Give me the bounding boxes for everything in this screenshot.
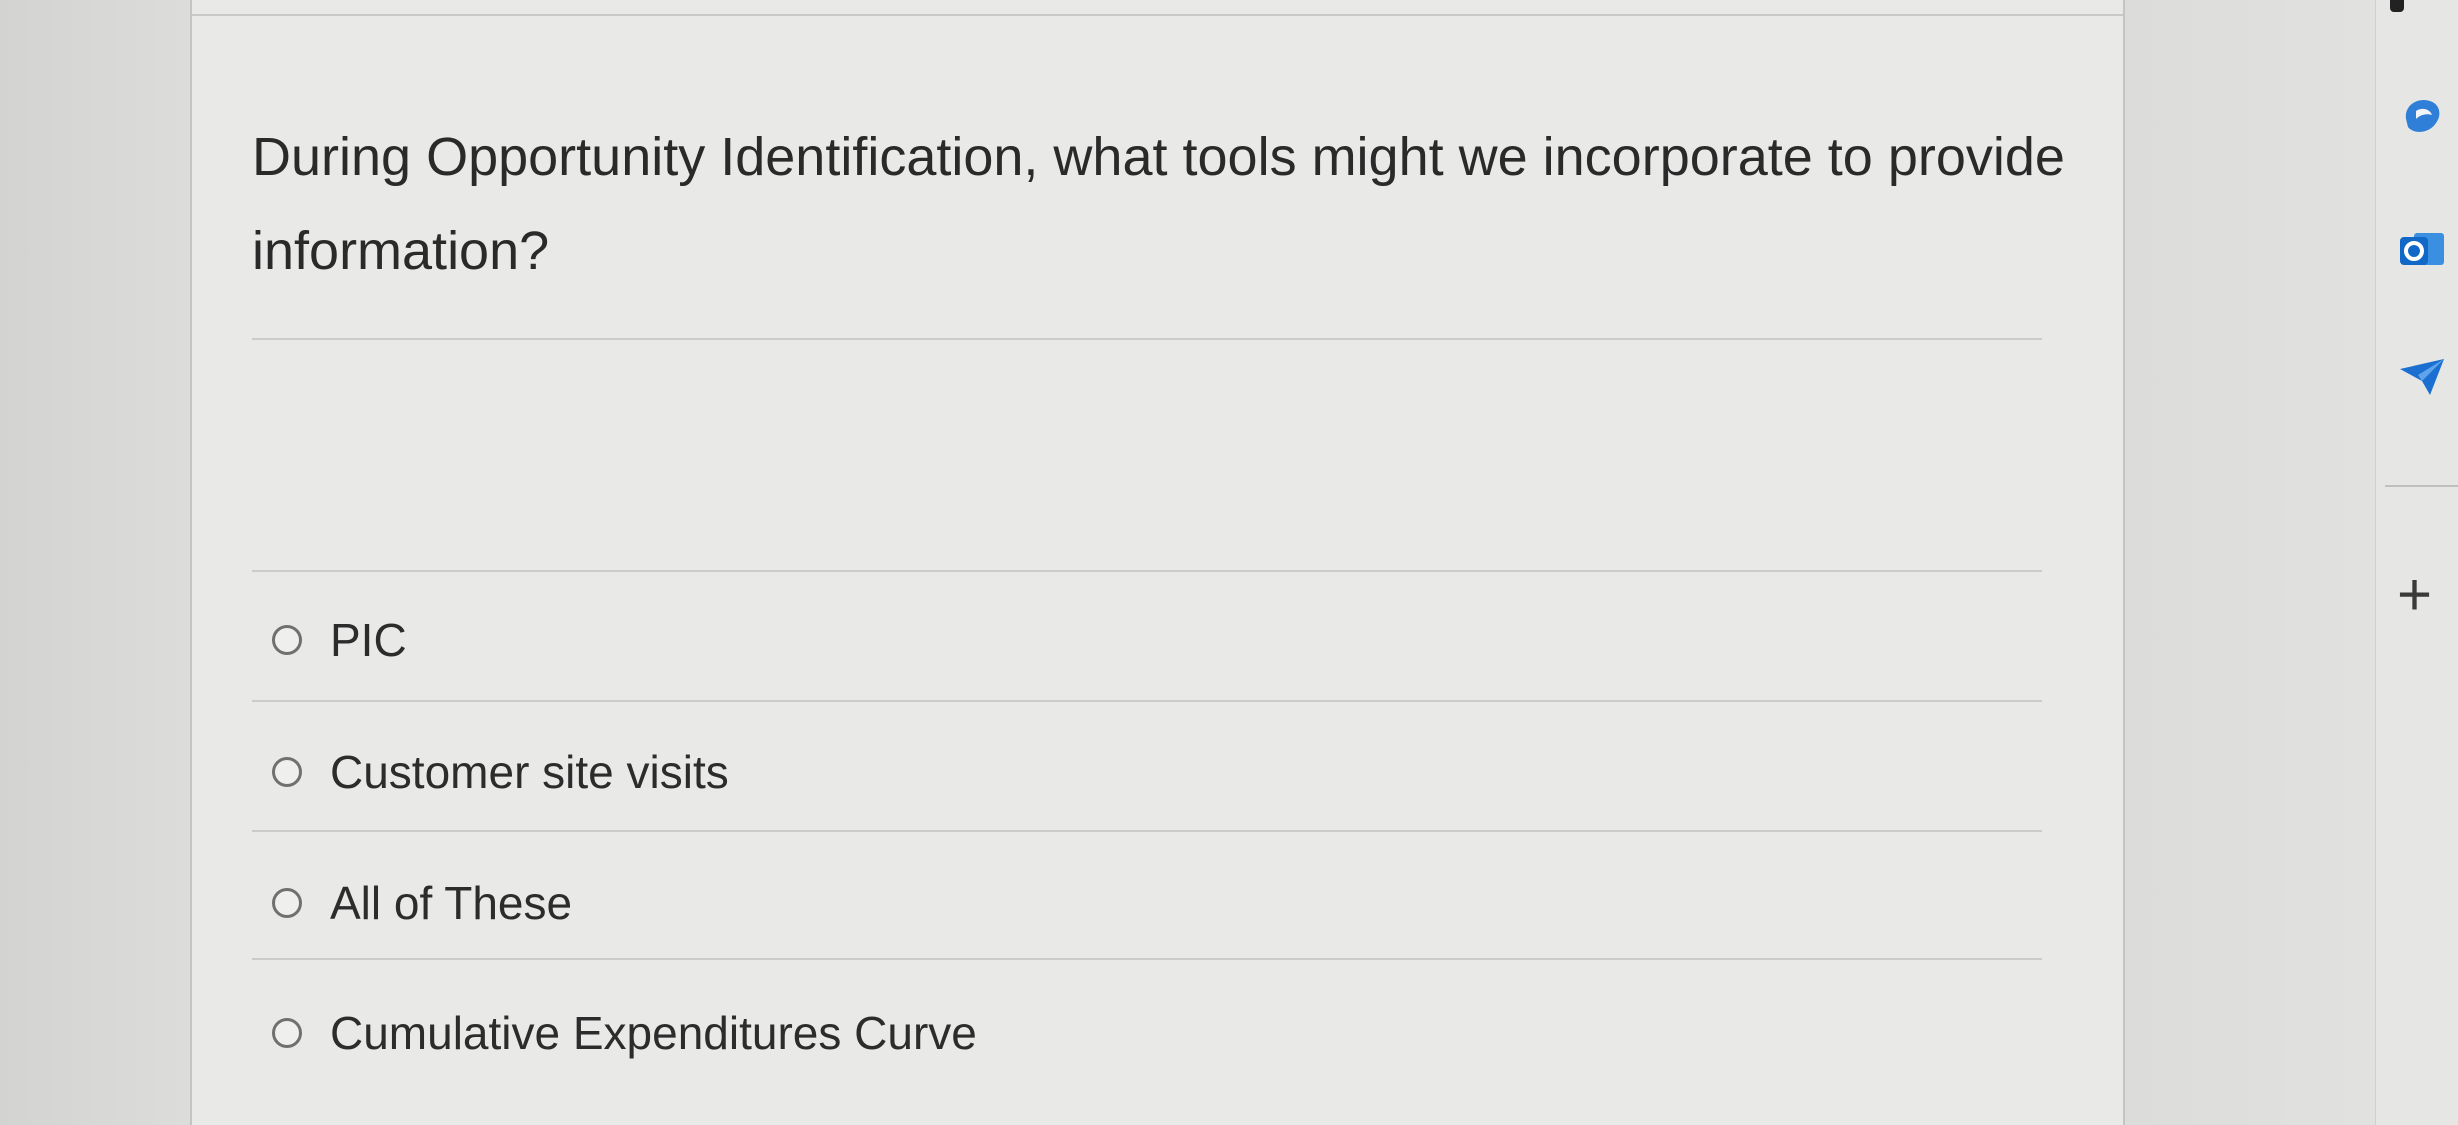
- outlook-icon[interactable]: [2395, 222, 2449, 276]
- option-label: Customer site visits: [330, 746, 729, 798]
- sidebar-divider: [2385, 485, 2458, 487]
- option-all-of-these[interactable]: All of These: [272, 868, 572, 938]
- divider: [252, 700, 2042, 702]
- option-pic[interactable]: PIC: [272, 605, 407, 675]
- answer-area: [252, 358, 2042, 558]
- right-rail: +: [2125, 0, 2458, 1125]
- radio-button[interactable]: [272, 1018, 302, 1048]
- radio-button[interactable]: [272, 757, 302, 787]
- option-label: PIC: [330, 614, 407, 666]
- option-cumulative-expenditures-curve[interactable]: Cumulative Expenditures Curve: [272, 998, 977, 1068]
- divider: [252, 958, 2042, 960]
- send-icon[interactable]: [2395, 350, 2449, 404]
- radio-button[interactable]: [272, 888, 302, 918]
- divider: [252, 338, 2042, 340]
- copilot-icon[interactable]: [2395, 88, 2449, 142]
- left-margin: [0, 0, 190, 1125]
- plus-icon[interactable]: +: [2397, 565, 2432, 625]
- divider: [252, 830, 2042, 832]
- window-control-mark: [2390, 0, 2404, 12]
- quiz-panel: During Opportunity Identification, what …: [190, 0, 2125, 1125]
- radio-button[interactable]: [272, 625, 302, 655]
- question-text: During Opportunity Identification, what …: [252, 127, 2065, 281]
- screen: During Opportunity Identification, what …: [0, 0, 2458, 1125]
- divider: [252, 570, 2042, 572]
- option-label: Cumulative Expenditures Curve: [330, 1007, 977, 1059]
- option-label: All of These: [330, 877, 573, 929]
- panel-top-border: [192, 14, 2123, 16]
- option-customer-site-visits[interactable]: Customer site visits: [272, 737, 729, 807]
